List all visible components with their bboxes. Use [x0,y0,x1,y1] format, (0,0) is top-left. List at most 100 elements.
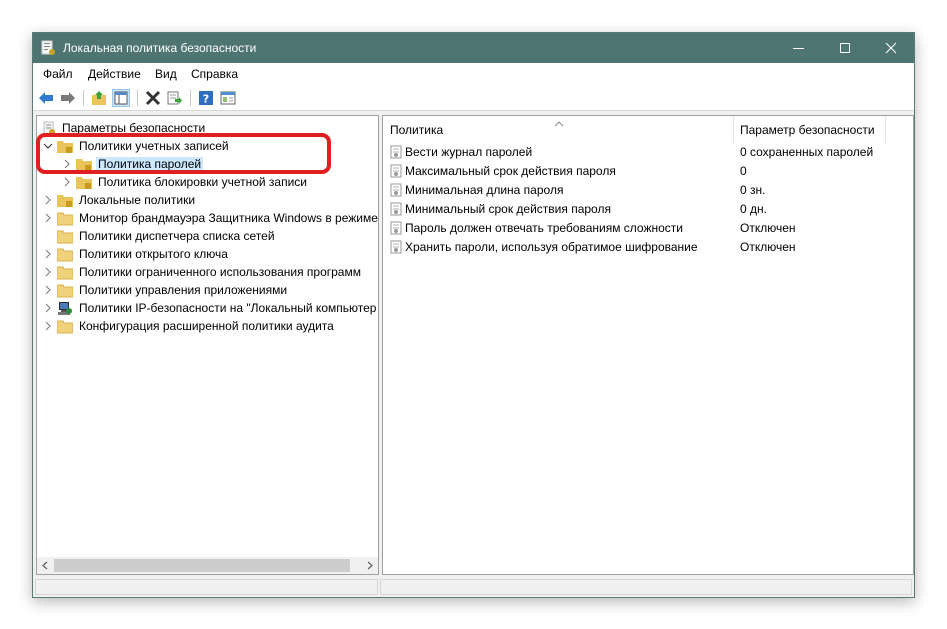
title-bar[interactable]: Локальная политика безопасности [33,33,914,63]
list-row[interactable]: Минимальная длина пароля 0 зн. [383,181,913,200]
properties-button[interactable] [219,89,237,107]
status-cell-right [380,579,912,595]
policy-value: Отключен [740,221,796,235]
locked-folder-icon [76,175,92,190]
column-header-setting[interactable]: Параметр безопасности [740,123,875,137]
chevron-right-icon[interactable] [43,194,53,206]
show-tree-button[interactable] [112,89,130,107]
policy-value: 0 дн. [740,202,767,216]
toolbar: ? [33,85,914,111]
status-cell-left [35,579,378,595]
policy-setting-icon [390,145,403,159]
main-window: Локальная политика безопасности Файл Дей… [32,32,915,598]
toolbar-separator [190,90,191,106]
annotation-highlight [36,133,331,174]
details-pane[interactable]: Политика Параметр безопасности Вести жур… [382,115,914,575]
chevron-right-icon[interactable] [43,212,53,224]
tree-item-label: Конфигурация расширенной политики аудита [79,319,334,333]
folder-icon [56,283,74,298]
back-button[interactable] [37,89,55,107]
close-button[interactable] [868,33,914,63]
list-row[interactable]: Вести журнал паролей 0 сохраненных парол… [383,143,913,162]
toolbar-separator [137,90,138,106]
list-row[interactable]: Хранить пароли, используя обратимое шифр… [383,238,913,257]
chevron-right-icon[interactable] [43,284,53,296]
minimize-button[interactable] [776,33,822,63]
policy-name: Пароль должен отвечать требованиям сложн… [405,221,683,235]
sort-ascending-icon [554,116,564,127]
column-divider[interactable] [733,116,734,143]
delete-icon [145,90,161,106]
chevron-right-icon [367,561,373,570]
export-icon [167,91,182,105]
tree-item-label: Политики IP-безопасности на "Локальный к… [79,301,377,315]
column-divider[interactable] [885,116,886,143]
chevron-right-icon[interactable] [62,176,72,188]
scroll-left-button[interactable] [37,557,54,574]
up-folder-button[interactable] [90,89,108,107]
folder-icon [56,211,74,226]
column-header-policy[interactable]: Политика [390,123,443,137]
tree-item-label: Политики диспетчера списка сетей [79,229,275,243]
locked-folder-icon [57,193,73,208]
policy-value: 0 сохраненных паролей [740,145,874,159]
back-icon [39,92,53,104]
up-folder-icon [92,91,106,105]
policy-name: Минимальная длина пароля [405,183,564,197]
tree-item-label: Политики открытого ключа [79,247,228,261]
toolbar-separator [83,90,84,106]
policy-value: Отключен [740,240,796,254]
chevron-right-icon[interactable] [43,320,53,332]
delete-button[interactable] [144,89,162,107]
policy-name: Вести журнал паролей [405,145,533,159]
chevron-left-icon [42,561,48,570]
maximize-button[interactable] [822,33,868,63]
folder-icon [56,247,74,262]
policy-setting-icon [390,202,403,216]
ip-security-icon [57,301,73,316]
menu-view[interactable]: Вид [155,67,177,81]
policy-setting-icon [390,164,403,178]
tree-item-label: Монитор брандмауэра Защитника Windows в … [79,211,378,225]
scroll-right-button[interactable] [361,557,378,574]
minimize-icon [793,48,804,49]
policy-name: Максимальный срок действия пароля [405,164,616,178]
policy-value: 0 [740,164,747,178]
status-bar [33,577,914,597]
tree-pane[interactable]: Параметры безопасности Политики учетных … [36,115,379,575]
tree-item-label: Политика блокировки учетной записи [98,175,308,189]
chevron-right-icon[interactable] [43,266,53,278]
close-icon [885,42,897,54]
menu-help[interactable]: Справка [191,67,238,81]
scroll-thumb[interactable] [54,559,350,572]
policy-setting-icon [390,221,403,235]
tree-item-label: Политики ограниченного использования про… [79,265,361,279]
tree-item-label: Локальные политики [79,193,196,207]
chevron-right-icon[interactable] [43,302,53,314]
list-row[interactable]: Максимальный срок действия пароля 0 [383,162,913,181]
forward-icon [61,92,75,104]
export-button[interactable] [166,89,184,107]
policy-setting-icon [390,183,403,197]
show-tree-icon [114,91,128,105]
policy-name: Хранить пароли, используя обратимое шифр… [405,240,698,254]
policy-setting-icon [390,240,403,254]
help-button[interactable]: ? [197,89,215,107]
tree-item-label: Политики управления приложениями [79,283,288,297]
help-icon: ? [199,91,213,106]
menu-action[interactable]: Действие [88,67,141,81]
menu-file[interactable]: Файл [43,67,73,81]
window-title: Локальная политика безопасности [63,41,257,55]
security-policy-icon [41,40,55,56]
folder-icon [56,229,74,244]
list-row[interactable]: Пароль должен отвечать требованиям сложн… [383,219,913,238]
horizontal-scrollbar[interactable] [37,557,378,574]
chevron-right-icon[interactable] [43,248,53,260]
list-row[interactable]: Минимальный срок действия пароля 0 дн. [383,200,913,219]
svg-text:?: ? [203,93,209,106]
menu-bar: Файл Действие Вид Справка [33,63,914,85]
forward-button[interactable] [59,89,77,107]
maximize-icon [840,43,850,53]
policy-value: 0 зн. [740,183,766,197]
folder-icon [56,265,74,280]
